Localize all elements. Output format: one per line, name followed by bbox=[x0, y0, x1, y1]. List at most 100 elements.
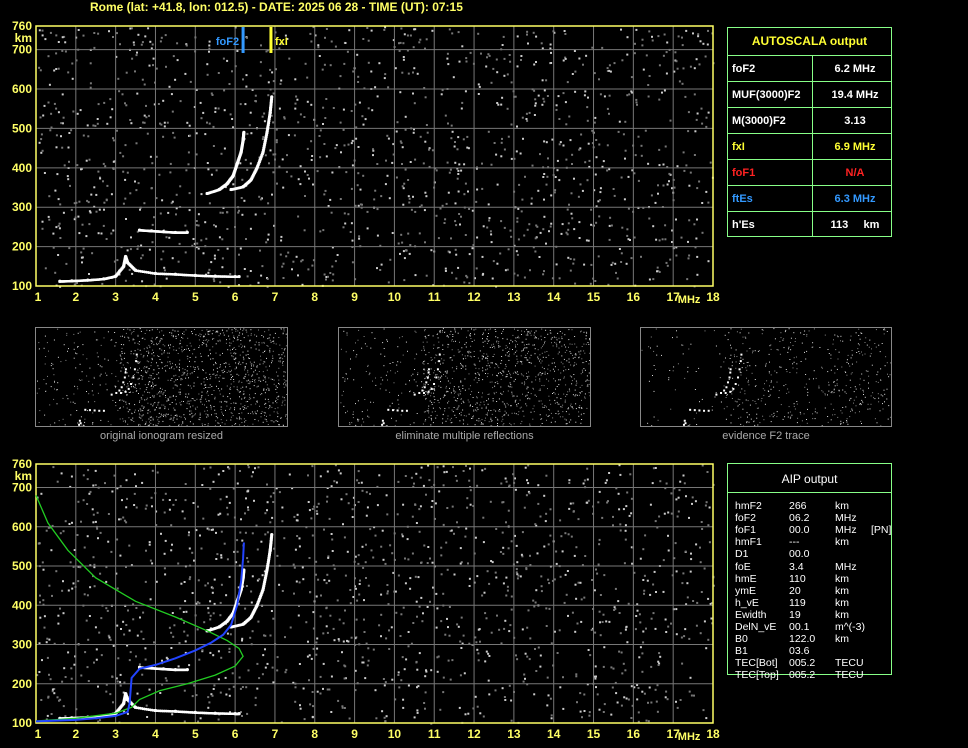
x-tick-label: 18 bbox=[706, 727, 720, 741]
trace-point-s2-5 bbox=[239, 150, 243, 154]
x-tick-label: 3 bbox=[112, 727, 119, 741]
aip-row: foE 3.4 MHz bbox=[731, 561, 931, 573]
aip-row-extra: [PN] bbox=[871, 524, 892, 537]
x-tick-label: 7 bbox=[272, 290, 279, 304]
trace-point-s0-12 bbox=[213, 274, 217, 278]
trace-point-s2-2 bbox=[225, 619, 229, 623]
ionogram-autoscala-chart: 760km7006005004003002001001 2 3 4 5 6 7 8 9 10 11 1… bbox=[12, 20, 720, 306]
aip-row-unit: MHz bbox=[835, 524, 857, 537]
thumbnail-caption-eliminate: eliminate multiple reflections bbox=[395, 430, 534, 442]
trace-point-s2-6 bbox=[241, 138, 245, 142]
trace-point-s0-11 bbox=[193, 273, 197, 277]
autoscala-row-value: 3.13 bbox=[844, 115, 866, 127]
trace-point-s3-5 bbox=[265, 130, 269, 134]
aip-row: hmF2 266 km bbox=[731, 500, 931, 512]
x-tick-label: 16 bbox=[627, 290, 641, 304]
trace-point-s3-6 bbox=[268, 111, 272, 115]
aip-row-value: 122.0 bbox=[789, 633, 816, 646]
trace-point-s2-4 bbox=[235, 162, 239, 166]
aip-row: TEC[Top] 005.2 TECU bbox=[731, 669, 931, 681]
autoscala-row: h'Es 113 km bbox=[728, 211, 891, 238]
autoscala-row: M(3000)F2 3.13 bbox=[728, 107, 891, 134]
aip-row-name: Ewidth bbox=[735, 608, 767, 621]
x-tick-label: 6 bbox=[232, 727, 239, 741]
aip-row-value: 119 bbox=[789, 596, 806, 609]
aip-row-name: ymE bbox=[735, 584, 756, 597]
trace-point-s0-8 bbox=[133, 705, 138, 709]
aip-row-value: --- bbox=[789, 536, 800, 549]
aip-row: B1 03.6 bbox=[731, 645, 931, 657]
autoscala-row-label: MUF(3000)F2 bbox=[732, 89, 801, 101]
trace-point-s0-4 bbox=[114, 274, 118, 278]
trace-point-s0-9 bbox=[153, 708, 158, 713]
autoscala-row-label: M(3000)F2 bbox=[732, 115, 786, 127]
autoscala-output-panel: AUTOSCALA output foF2 6.2 MHz MUF(3000)F2 1… bbox=[727, 27, 892, 237]
aip-row-unit: km bbox=[835, 536, 849, 549]
trace-point-s3-6 bbox=[268, 548, 272, 552]
x-tick-label: 10 bbox=[388, 727, 402, 741]
trace-point-s1-0 bbox=[137, 228, 142, 232]
aip-row-value: 00.0 bbox=[789, 524, 810, 537]
x-tick-label: 16 bbox=[627, 727, 641, 741]
aip-row: DelN_vE 00.1 m^(-3) bbox=[731, 621, 931, 633]
y-tick-label: 700 bbox=[12, 43, 32, 57]
aip-row: ymE 20 km bbox=[731, 585, 931, 597]
autoscala-row-value: 19.4 MHz bbox=[831, 89, 879, 101]
grid bbox=[35, 464, 714, 724]
y-tick-label: 700 bbox=[12, 481, 32, 495]
aip-row-name: TEC[Bot] bbox=[735, 657, 778, 670]
aip-row-value: 266 bbox=[789, 500, 807, 512]
x-tick-label: 6 bbox=[232, 290, 239, 304]
trace-point-s3-1 bbox=[241, 622, 245, 626]
trace-point-s3-7 bbox=[270, 95, 274, 99]
aip-row-unit: m^(-3) bbox=[835, 621, 866, 633]
echo-traces bbox=[58, 533, 274, 720]
trace-point-s2-2 bbox=[225, 181, 229, 186]
autoscala-row-value: 6.3 MHz bbox=[834, 193, 876, 205]
trace-point-s0-7 bbox=[125, 697, 130, 702]
aip-row: Ewidth 19 km bbox=[731, 609, 931, 621]
autoscala-row-value: 113 km bbox=[830, 219, 880, 231]
y-tick-label: 300 bbox=[12, 200, 32, 214]
aip-row-name: foF2 bbox=[735, 512, 757, 525]
ionogram-aip-chart: 760km7006005004003002001001 2 3 4 5 6 7 8 9 10 11 1… bbox=[12, 457, 720, 743]
aip-row-name: foE bbox=[735, 560, 751, 573]
aip-row: foF2 06.2 MHz bbox=[731, 512, 931, 524]
trace-point-s0-13 bbox=[233, 274, 237, 279]
thumbnail-evidence-f2 bbox=[640, 327, 892, 433]
marker-fxI bbox=[269, 27, 273, 53]
trace-point-s0-10 bbox=[173, 709, 177, 713]
x-tick-label: 15 bbox=[587, 727, 601, 741]
x-tick-label: 11 bbox=[428, 727, 441, 741]
aip-row-unit: km bbox=[835, 633, 849, 646]
aip-row-value: 3.4 bbox=[789, 560, 804, 573]
thumbnail-caption-original: original ionogram resized bbox=[100, 430, 223, 442]
x-tick-label: 4 bbox=[152, 290, 159, 304]
x-tick-label: 2 bbox=[72, 290, 79, 304]
trace-point-s0-13 bbox=[233, 711, 237, 716]
trace-point-s0-8 bbox=[133, 268, 138, 272]
x-unit-label: MHz bbox=[678, 294, 701, 306]
aip-row-name: hmF2 bbox=[735, 500, 762, 512]
trace-point-s0-1 bbox=[70, 279, 74, 283]
y-tick-label: 500 bbox=[12, 559, 32, 573]
thumbnail-original bbox=[35, 327, 288, 433]
x-tick-label: 9 bbox=[351, 727, 358, 741]
trace-point-s2-1 bbox=[217, 187, 221, 192]
x-tick-label: 11 bbox=[428, 290, 441, 304]
aip-row: hmE 110 km bbox=[731, 573, 931, 585]
autoscala-row-value: 6.2 MHz bbox=[834, 63, 876, 75]
aip-row-unit: km bbox=[835, 584, 849, 597]
aip-row-name: h_vE bbox=[735, 596, 759, 609]
trace-point-s3-4 bbox=[261, 587, 265, 592]
aip-row: hmF1 --- km bbox=[731, 536, 931, 548]
y-tick-label: 200 bbox=[12, 240, 32, 254]
trace-point-s0-3 bbox=[102, 277, 106, 281]
autoscala-row-label: foF1 bbox=[732, 167, 756, 179]
aip-row: foF1 00.0 MHz [PN] bbox=[731, 524, 931, 536]
aip-row-value: 20 bbox=[789, 584, 801, 597]
x-tick-label: 5 bbox=[192, 727, 199, 741]
trace-point-s3-1 bbox=[241, 185, 245, 189]
aip-row-name: D1 bbox=[735, 548, 749, 561]
trace-point-s0-0 bbox=[58, 279, 62, 283]
